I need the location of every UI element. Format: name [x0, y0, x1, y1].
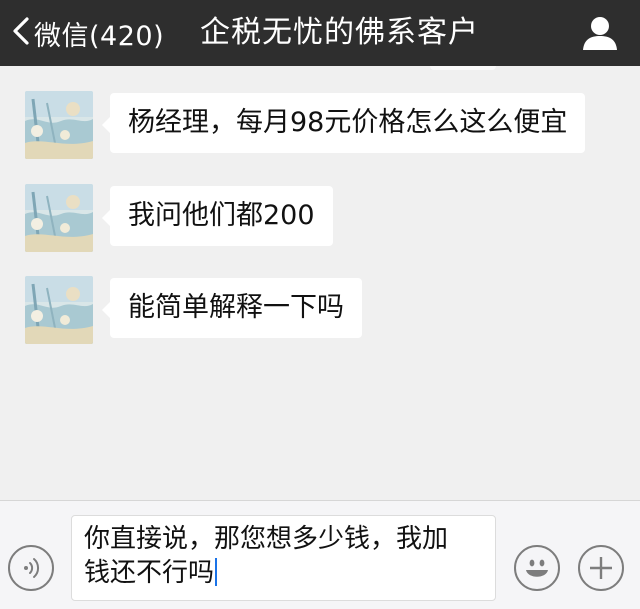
- back-label: 微信(420): [34, 20, 165, 52]
- previous-bubble-edge: [430, 66, 496, 70]
- message-row: 杨经理，每月98元价格怎么这么便宜: [25, 91, 586, 159]
- text-caret: [215, 558, 218, 586]
- input-line-2: 钱还不行吗: [84, 556, 483, 590]
- avatar[interactable]: [25, 184, 93, 252]
- input-line-2-text: 钱还不行吗: [84, 558, 215, 588]
- emoji-button[interactable]: [514, 545, 560, 591]
- chevron-left-icon: [10, 15, 32, 51]
- message-input[interactable]: 你直接说，那您想多少钱，我加 钱还不行吗: [71, 515, 496, 601]
- avatar[interactable]: [25, 91, 93, 159]
- person-icon: [580, 17, 620, 57]
- avatar[interactable]: [25, 276, 93, 344]
- back-button[interactable]: 微信(420): [10, 0, 164, 66]
- profile-button[interactable]: [580, 13, 620, 53]
- message-row: 能简单解释一下吗: [25, 276, 362, 344]
- message-bubble[interactable]: 杨经理，每月98元价格怎么这么便宜: [101, 93, 586, 153]
- more-button[interactable]: [578, 545, 624, 591]
- voice-button[interactable]: [8, 545, 54, 591]
- message-bubble[interactable]: 我问他们都200: [102, 186, 333, 246]
- input-bar: 你直接说，那您想多少钱，我加 钱还不行吗: [0, 500, 640, 609]
- chat-area[interactable]: 杨经理，每月98元价格怎么这么便宜 我问他们都200 能简单解释一下吗: [0, 66, 640, 500]
- chat-title: 企税无忧的佛系客户: [200, 15, 479, 50]
- input-line-1: 你直接说，那您想多少钱，我加: [84, 524, 449, 554]
- message-bubble[interactable]: 能简单解释一下吗: [102, 278, 362, 338]
- top-bar: 微信(420) 企税无忧的佛系客户: [0, 0, 640, 66]
- message-row: 我问他们都200: [25, 184, 333, 252]
